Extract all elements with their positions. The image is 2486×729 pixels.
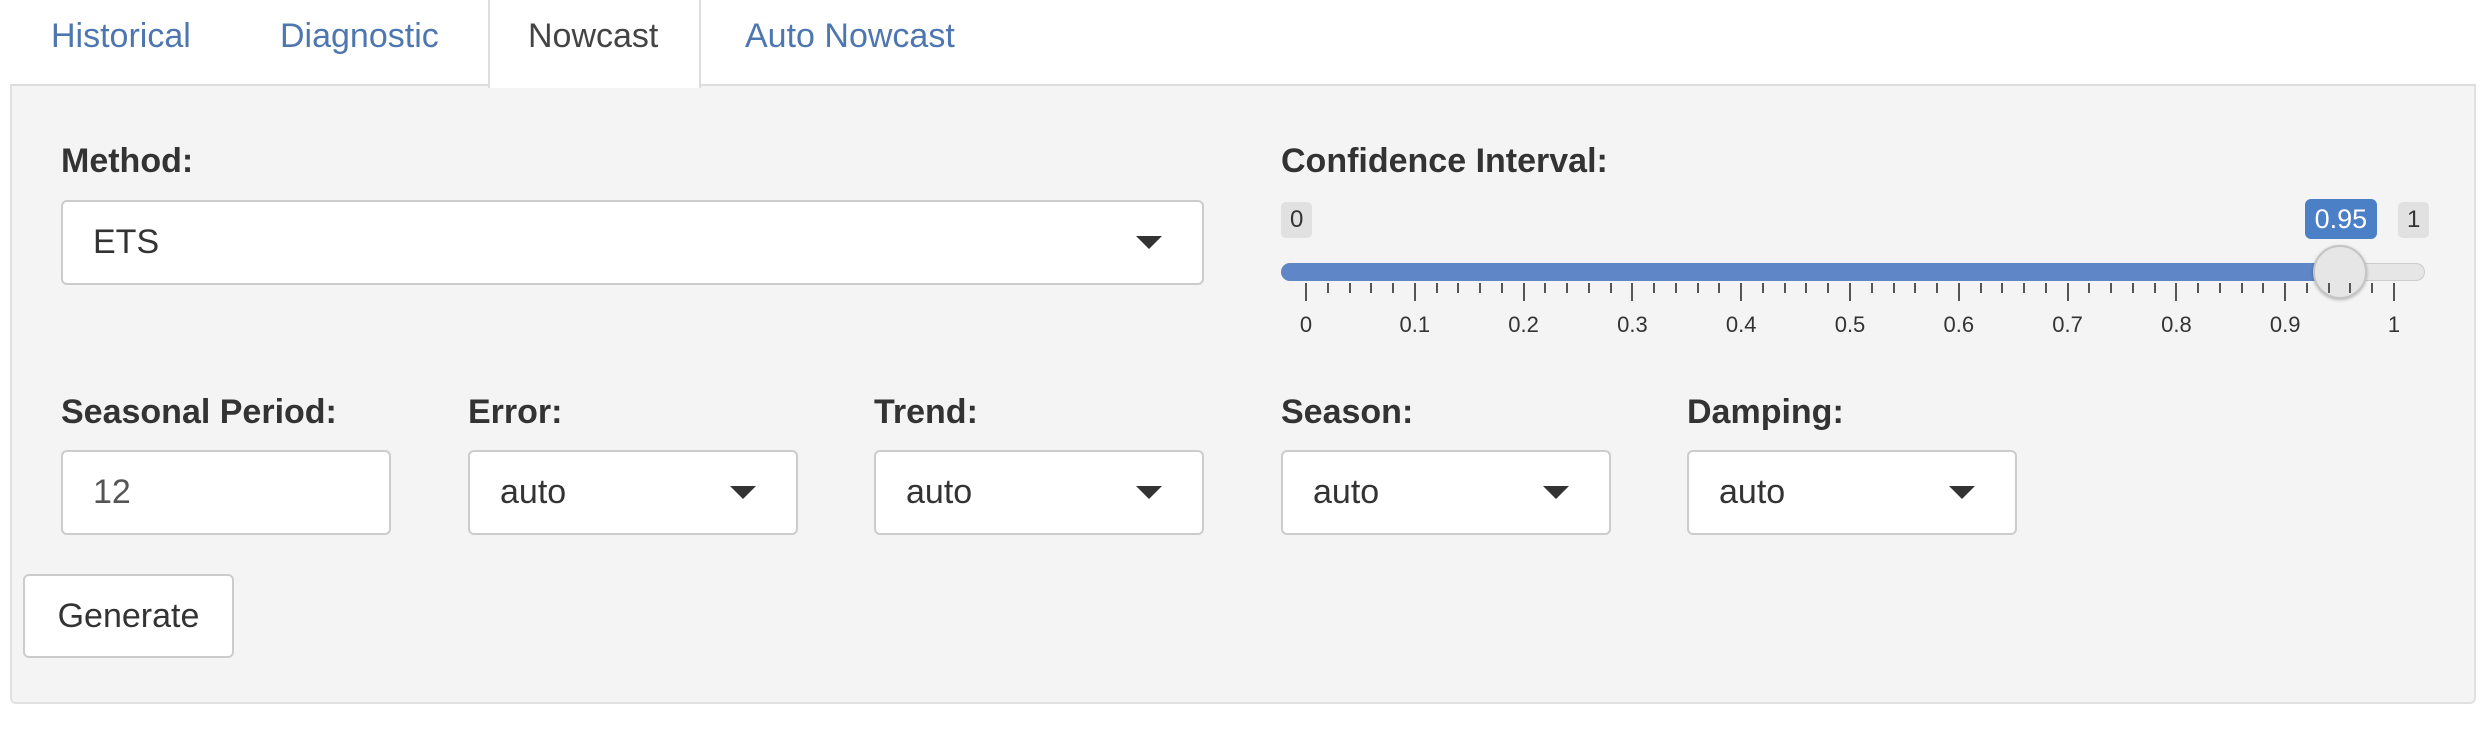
slider-minor-tick xyxy=(1370,283,1373,293)
seasonal-period-input[interactable] xyxy=(61,450,391,535)
season-label: Season: xyxy=(1281,393,1414,431)
slider-minor-tick xyxy=(1609,283,1612,293)
slider-major-tick xyxy=(2393,283,2395,301)
trend-label: Trend: xyxy=(874,393,978,431)
slider-minor-tick xyxy=(1500,283,1503,293)
tab-diagnostic[interactable]: Diagnostic xyxy=(264,0,455,84)
error-label: Error: xyxy=(468,393,563,431)
slider-tick-label: 0.1 xyxy=(1399,312,1431,337)
slider-major-tick xyxy=(2175,283,2178,301)
error-value: auto xyxy=(500,473,567,511)
method-value: ETS xyxy=(93,223,160,261)
slider-value-bubble: 0.95 xyxy=(2304,199,2378,239)
slider-max-label: 1 xyxy=(2398,202,2430,238)
caret-down-icon xyxy=(1949,486,1975,499)
tab-auto-nowcast[interactable]: Auto Nowcast xyxy=(729,0,971,84)
slider-minor-tick xyxy=(1544,283,1547,293)
tab-bar: Historical Diagnostic Nowcast Auto Nowca… xyxy=(0,0,2486,88)
slider-minor-tick xyxy=(1392,283,1395,293)
slider-minor-tick xyxy=(1914,283,1917,293)
slider-tick-label: 1 xyxy=(2387,312,2401,337)
slider-minor-tick xyxy=(1674,283,1677,293)
damping-label: Damping: xyxy=(1687,393,1844,431)
slider-minor-tick xyxy=(2044,283,2047,293)
slider-major-tick xyxy=(1957,283,1960,301)
slider-minor-tick xyxy=(1587,283,1590,293)
tab-nowcast[interactable]: Nowcast xyxy=(488,0,701,88)
slider-min-label: 0 xyxy=(1281,202,1313,238)
slider-minor-tick xyxy=(2023,283,2026,293)
slider-minor-tick xyxy=(1479,283,1482,293)
damping-select[interactable]: auto xyxy=(1687,450,2017,535)
error-select[interactable]: auto xyxy=(468,450,798,535)
slider-minor-tick xyxy=(2240,283,2243,293)
caret-down-icon xyxy=(1136,236,1162,249)
slider-minor-tick xyxy=(1348,283,1351,293)
slider-minor-tick xyxy=(2153,283,2156,293)
nowcast-panel xyxy=(10,86,2476,704)
slider-minor-tick xyxy=(2305,283,2308,293)
caret-down-icon xyxy=(730,486,756,499)
slider-tick-label: 0.8 xyxy=(2161,312,2192,337)
slider-handle[interactable] xyxy=(2312,245,2367,299)
slider-minor-tick xyxy=(2088,283,2091,293)
slider-minor-tick xyxy=(1892,283,1895,293)
slider-tick-label: 0 xyxy=(1299,312,1313,337)
slider-tick-label: 0.4 xyxy=(1725,312,1757,337)
slider-minor-tick xyxy=(2371,283,2374,293)
slider-minor-tick xyxy=(1326,283,1329,293)
slider-tick-label: 0.6 xyxy=(1943,312,1975,337)
slider-minor-tick xyxy=(2262,283,2265,293)
slider-tick-label: 0.2 xyxy=(1508,312,1539,337)
slider-major-tick xyxy=(1631,283,1634,301)
slider-major-tick xyxy=(2284,283,2287,301)
caret-down-icon xyxy=(1136,486,1162,499)
seasonal-period-label: Seasonal Period: xyxy=(61,393,337,431)
slider-tick-label: 0.5 xyxy=(1834,312,1866,337)
slider-minor-tick xyxy=(2349,283,2352,293)
slider-minor-tick xyxy=(2218,283,2221,293)
slider-minor-tick xyxy=(1870,283,1873,293)
slider-minor-tick xyxy=(1936,283,1939,293)
slider-tick-label: 0.3 xyxy=(1617,312,1648,337)
slider-major-tick xyxy=(2066,283,2069,301)
slider-tick-label: 0.7 xyxy=(2052,312,2083,337)
slider-minor-tick xyxy=(1827,283,1830,293)
confidence-interval-label: Confidence Interval: xyxy=(1281,142,1608,180)
slider-minor-tick xyxy=(1761,283,1764,293)
slider-minor-tick xyxy=(2197,283,2200,293)
slider-minor-tick xyxy=(1566,283,1569,293)
slider-minor-tick xyxy=(1696,283,1699,293)
slider-major-tick xyxy=(1522,283,1525,301)
trend-value: auto xyxy=(906,473,973,511)
slider-minor-tick xyxy=(1435,283,1438,293)
slider-minor-tick xyxy=(1457,283,1460,293)
slider-minor-tick xyxy=(1979,283,1982,293)
slider-minor-tick xyxy=(2110,283,2113,293)
slider-minor-tick xyxy=(2131,283,2134,293)
method-select[interactable]: ETS xyxy=(61,200,1204,285)
damping-value: auto xyxy=(1719,473,1786,511)
slider-minor-tick xyxy=(1783,283,1786,293)
season-value: auto xyxy=(1313,473,1380,511)
caret-down-icon xyxy=(1543,486,1569,499)
slider-minor-tick xyxy=(2327,283,2330,293)
slider-major-tick xyxy=(1413,283,1416,301)
slider-tick-label: 0.9 xyxy=(2269,312,2301,337)
slider-major-tick xyxy=(1849,283,1851,301)
slider-minor-tick xyxy=(1653,283,1656,293)
slider-major-tick xyxy=(1305,283,1307,301)
generate-button[interactable]: Generate xyxy=(23,574,234,658)
slider-major-tick xyxy=(1740,283,1743,301)
season-select[interactable]: auto xyxy=(1281,450,1611,535)
slider-minor-tick xyxy=(2001,283,2004,293)
slider-fill xyxy=(1281,263,2340,281)
slider-minor-tick xyxy=(1718,283,1721,293)
trend-select[interactable]: auto xyxy=(874,450,1204,535)
slider-minor-tick xyxy=(1805,283,1808,293)
method-label: Method: xyxy=(61,142,194,180)
tab-historical[interactable]: Historical xyxy=(35,0,207,84)
